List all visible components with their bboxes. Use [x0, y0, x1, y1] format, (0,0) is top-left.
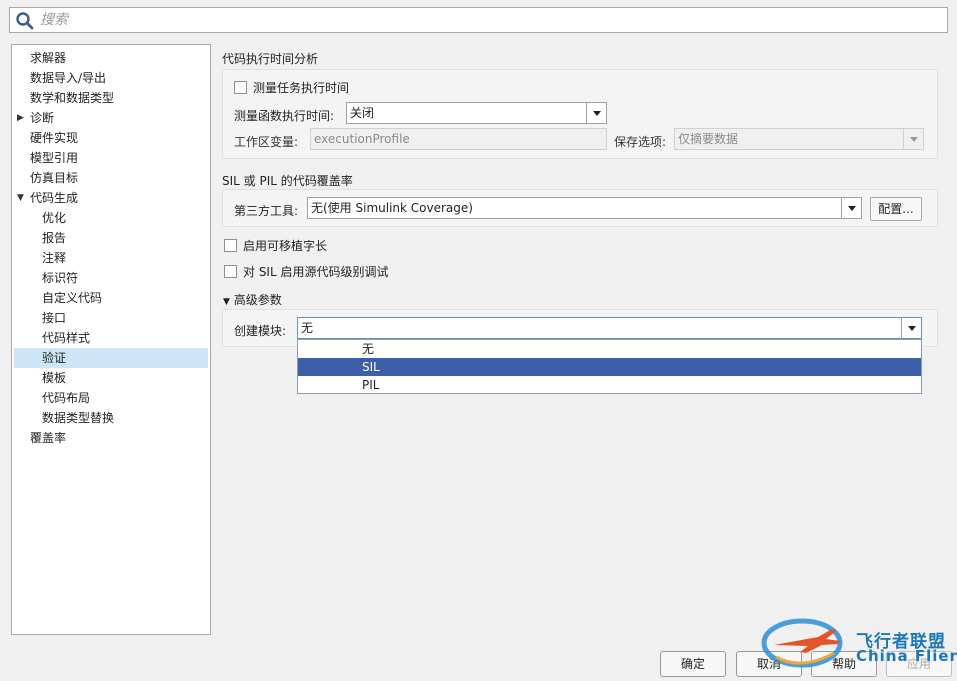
tree-item-code-generation[interactable]: ▼ 代码生成: [12, 188, 210, 208]
tree-item-label: 求解器: [30, 51, 67, 65]
tree-item-label: 接口: [42, 311, 67, 325]
sil-debug-checkbox[interactable]: [224, 264, 237, 278]
portable-word-sizes-label: 启用可移植字长: [243, 238, 328, 253]
tree-item-optimization[interactable]: 优化: [12, 208, 210, 228]
tree-item-label: 模板: [42, 371, 67, 385]
tree-item-comments[interactable]: 注释: [12, 248, 210, 268]
measure-func-value: 关闭: [350, 106, 375, 120]
tree-item-code-placement[interactable]: 代码布局: [12, 388, 210, 408]
save-option-dropdown: 仅摘要数据: [674, 128, 924, 150]
search-bar[interactable]: [9, 7, 948, 33]
tree-item-label: 诊断: [30, 111, 55, 125]
workspace-var-label: 工作区变量:: [234, 135, 299, 149]
collapse-arrow-icon: ▼: [223, 297, 230, 307]
dropdown-arrow-icon[interactable]: [586, 103, 606, 123]
profiling-section-title: 代码执行时间分析: [222, 52, 319, 66]
create-block-options-list: 无 SIL PIL: [297, 339, 922, 394]
dropdown-arrow-icon[interactable]: [901, 318, 921, 338]
measure-task-label: 测量任务执行时间: [253, 80, 350, 95]
tree-item-custom-code[interactable]: 自定义代码: [12, 288, 210, 308]
tree-item-solver[interactable]: 求解器: [12, 48, 210, 68]
tree-item-label: 模型引用: [30, 151, 79, 165]
expand-arrow-icon[interactable]: ▶: [17, 108, 24, 128]
collapse-arrow-icon[interactable]: ▼: [17, 188, 24, 208]
save-option-label: 保存选项:: [614, 135, 667, 149]
sil-debug-label: 对 SIL 启用源代码级别调试: [243, 264, 389, 279]
tree-item-label: 报告: [42, 231, 67, 245]
tree-item-coverage[interactable]: 覆盖率: [12, 428, 210, 448]
tree-item-label: 代码生成: [30, 191, 79, 205]
tree-item-label: 验证: [42, 351, 67, 365]
search-input[interactable]: [38, 10, 928, 30]
tree-item-templates[interactable]: 模板: [12, 368, 210, 388]
save-option-value: 仅摘要数据: [678, 132, 739, 146]
coverage-section-title: SIL 或 PIL 的代码覆盖率: [222, 174, 353, 188]
option-pil[interactable]: PIL: [298, 376, 921, 394]
create-block-label: 创建模块:: [234, 324, 287, 338]
tree-item-label: 硬件实现: [30, 131, 79, 145]
tree-item-interface[interactable]: 接口: [12, 308, 210, 328]
advanced-section-toggle[interactable]: ▼ 高级参数: [223, 291, 282, 308]
tree-item-label: 数据导入/导出: [30, 71, 107, 85]
third-party-value: 无(使用 Simulink Coverage): [311, 201, 473, 215]
measure-task-checkbox[interactable]: [234, 80, 247, 94]
watermark-logo: 飞行者联盟 China Flier: [756, 607, 957, 679]
tree-item-code-style[interactable]: 代码样式: [12, 328, 210, 348]
tree-item-label: 优化: [42, 211, 67, 225]
tree-item-label: 覆盖率: [30, 431, 67, 445]
tree-item-data-import-export[interactable]: 数据导入/导出: [12, 68, 210, 88]
plane-logo-icon: [761, 618, 843, 668]
tree-item-report[interactable]: 报告: [12, 228, 210, 248]
tree-item-model-reference[interactable]: 模型引用: [12, 148, 210, 168]
measure-task-row[interactable]: 测量任务执行时间: [234, 78, 349, 96]
tree-item-label: 数据类型替换: [42, 411, 115, 425]
measure-func-label: 测量函数执行时间:: [234, 109, 335, 123]
tree-item-diagnostics[interactable]: ▶ 诊断: [12, 108, 210, 128]
watermark-text-en: China Flier: [856, 647, 957, 665]
search-icon: [16, 12, 34, 30]
portable-word-sizes-checkbox[interactable]: [224, 238, 237, 252]
third-party-dropdown[interactable]: 无(使用 Simulink Coverage): [307, 197, 862, 219]
tree-item-label: 标识符: [42, 271, 79, 285]
tree-item-sim-target[interactable]: 仿真目标: [12, 168, 210, 188]
category-tree: 求解器 数据导入/导出 数学和数据类型 ▶ 诊断 硬件实现 模型引用 仿真目标 ▼…: [11, 44, 211, 635]
tree-item-label: 代码布局: [42, 391, 91, 405]
tree-item-math-data-types[interactable]: 数学和数据类型: [12, 88, 210, 108]
tree-item-label: 数学和数据类型: [30, 91, 115, 105]
option-none[interactable]: 无: [298, 340, 921, 358]
ok-button[interactable]: 确定: [660, 651, 726, 677]
tree-item-label: 仿真目标: [30, 171, 79, 185]
measure-func-dropdown[interactable]: 关闭: [346, 102, 607, 124]
tree-item-hardware[interactable]: 硬件实现: [12, 128, 210, 148]
tree-item-label: 代码样式: [42, 331, 91, 345]
dropdown-arrow-icon[interactable]: [841, 198, 861, 218]
create-block-value: 无: [301, 321, 314, 335]
advanced-section-title: 高级参数: [233, 293, 282, 307]
third-party-label: 第三方工具:: [234, 204, 299, 218]
tree-item-identifiers[interactable]: 标识符: [12, 268, 210, 288]
tree-item-label: 自定义代码: [42, 291, 103, 305]
option-sil[interactable]: SIL: [298, 358, 921, 376]
create-block-dropdown[interactable]: 无: [297, 317, 922, 339]
tree-item-label: 注释: [42, 251, 67, 265]
tree-item-data-type-replacement[interactable]: 数据类型替换: [12, 408, 210, 428]
tree-item-verification[interactable]: 验证: [14, 348, 208, 368]
sil-debug-row[interactable]: 对 SIL 启用源代码级别调试: [224, 262, 388, 280]
configure-button[interactable]: 配置...: [870, 197, 922, 221]
workspace-var-field: executionProfile: [310, 128, 607, 150]
portable-word-sizes-row[interactable]: 启用可移植字长: [224, 236, 327, 254]
dropdown-arrow-icon: [903, 129, 923, 149]
